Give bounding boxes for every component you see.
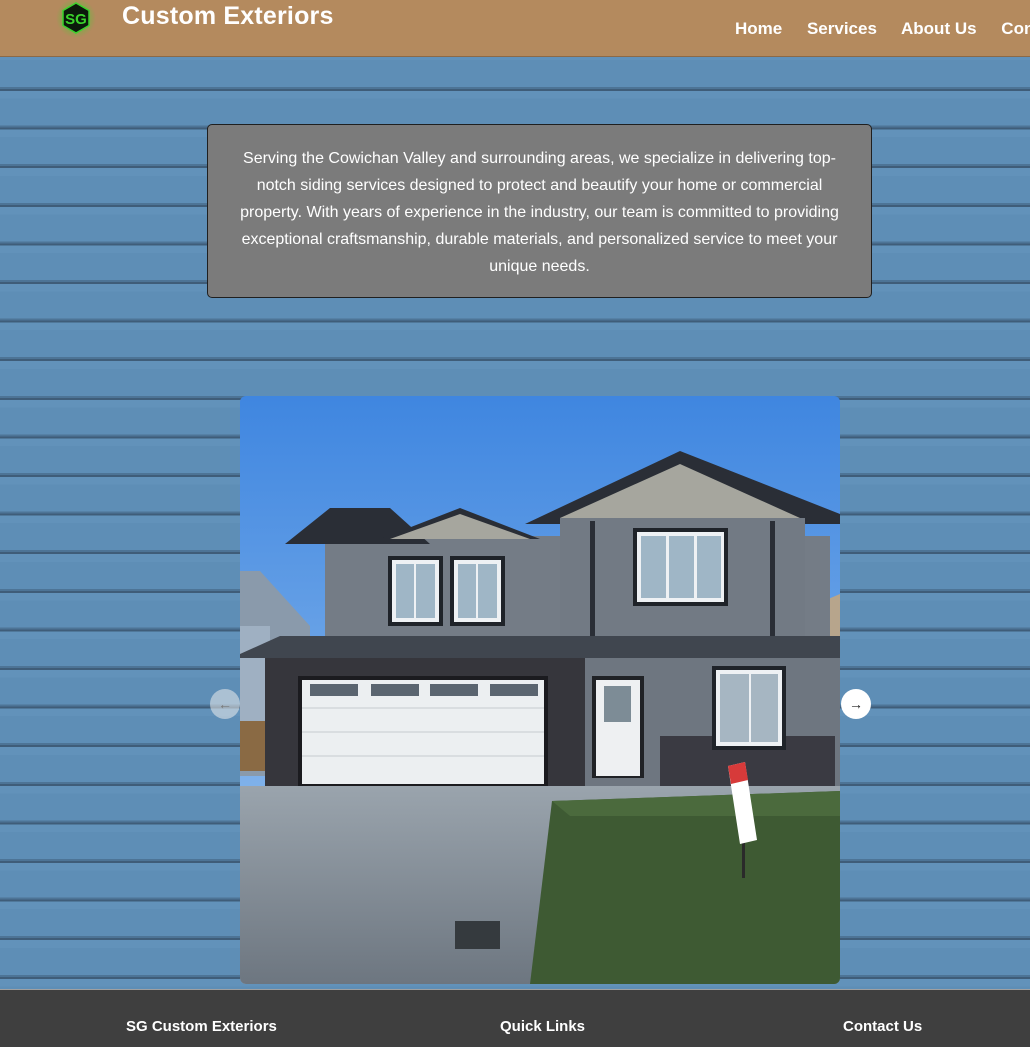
house-photo: [240, 396, 840, 984]
carousel-next-button[interactable]: →: [841, 689, 871, 719]
nav-about-us[interactable]: About Us: [901, 19, 977, 38]
brand-name[interactable]: Custom Exteriors: [122, 2, 334, 31]
image-carousel[interactable]: [240, 396, 840, 984]
intro-box: Serving the Cowichan Valley and surround…: [207, 124, 872, 298]
footer-contact-heading: Contact Us: [843, 1018, 923, 1035]
footer-quick-links-heading: Quick Links: [500, 1018, 586, 1035]
nav-home[interactable]: Home: [735, 19, 782, 38]
site-header: SG Custom Exteriors Home Services About …: [0, 0, 1030, 57]
nav-contact[interactable]: Contact: [1001, 19, 1030, 38]
footer-company-heading: SG Custom Exteriors: [126, 1018, 277, 1035]
site-footer: SG Custom Exteriors Quick Links Contact …: [0, 989, 1030, 1047]
carousel-prev-button[interactable]: ←: [210, 689, 240, 719]
intro-text: Serving the Cowichan Valley and surround…: [240, 150, 839, 275]
svg-text:SG: SG: [65, 11, 87, 28]
arrow-right-icon: →: [849, 696, 863, 712]
arrow-left-icon: ←: [218, 696, 232, 712]
main-nav: Home Services About Us Contact: [735, 19, 1030, 39]
nav-services[interactable]: Services: [807, 19, 877, 38]
logo-icon[interactable]: SG: [56, 0, 96, 38]
